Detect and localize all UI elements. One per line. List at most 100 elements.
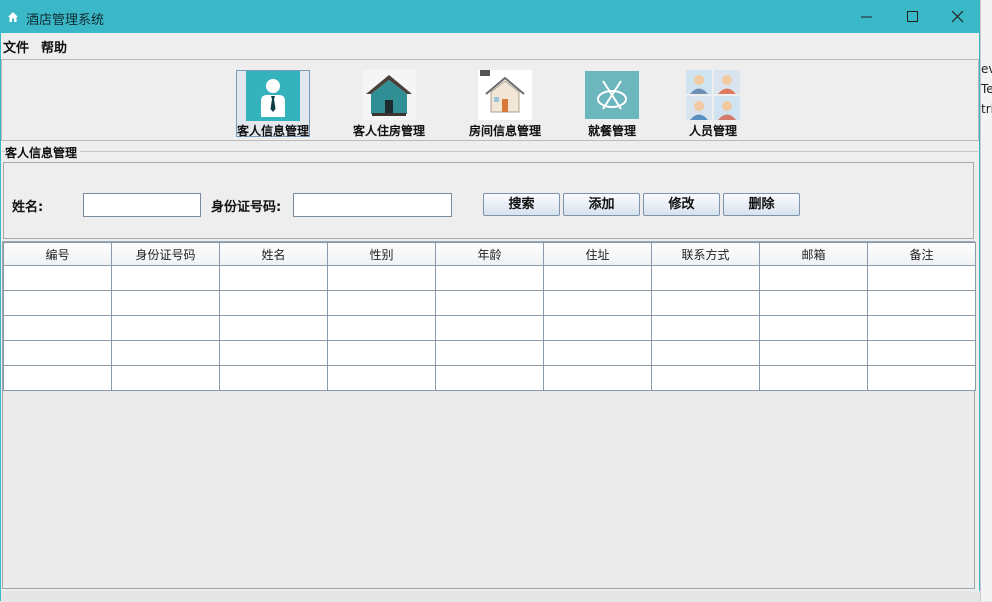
table-cell[interactable] bbox=[111, 290, 220, 316]
house-icon bbox=[362, 70, 416, 120]
table-row[interactable] bbox=[3, 265, 976, 291]
table-cell[interactable] bbox=[435, 265, 544, 291]
delete-button[interactable]: 删除 bbox=[723, 193, 800, 216]
table-cell[interactable] bbox=[759, 265, 868, 291]
name-label: 姓名: bbox=[12, 200, 44, 215]
table-cell[interactable] bbox=[867, 290, 976, 316]
table-cell[interactable] bbox=[219, 315, 328, 341]
minimize-button[interactable] bbox=[844, 1, 890, 33]
close-button[interactable] bbox=[935, 1, 981, 33]
table-cell[interactable] bbox=[435, 290, 544, 316]
table-row[interactable] bbox=[3, 290, 976, 316]
table-cell[interactable] bbox=[3, 340, 112, 366]
table-cell[interactable] bbox=[867, 340, 976, 366]
menu-file[interactable]: 文件 bbox=[3, 37, 29, 56]
menu-bar: 文件 帮助 bbox=[1, 34, 979, 56]
column-header[interactable]: 年龄 bbox=[435, 242, 544, 266]
search-button[interactable]: 搜索 bbox=[483, 193, 560, 216]
table-cell[interactable] bbox=[327, 365, 436, 391]
table-cell[interactable] bbox=[219, 265, 328, 291]
table-cell[interactable] bbox=[543, 340, 652, 366]
toolbar-staff-button[interactable]: 人员管理 bbox=[668, 70, 758, 140]
table-cell[interactable] bbox=[435, 315, 544, 341]
table-cell[interactable] bbox=[759, 315, 868, 341]
toolbar-dining-button[interactable]: 就餐管理 bbox=[567, 70, 657, 140]
guest-info-icon bbox=[246, 71, 300, 121]
table-cell[interactable] bbox=[651, 265, 760, 291]
edit-button[interactable]: 修改 bbox=[643, 193, 720, 216]
toolbar-label: 客人信息管理 bbox=[236, 124, 309, 138]
id-number-input[interactable] bbox=[293, 193, 452, 217]
column-header[interactable]: 姓名 bbox=[219, 242, 328, 266]
table-cell[interactable] bbox=[543, 265, 652, 291]
table-cell[interactable] bbox=[327, 265, 436, 291]
table-cell[interactable] bbox=[219, 365, 328, 391]
table-cell[interactable] bbox=[111, 340, 220, 366]
table-cell[interactable] bbox=[651, 315, 760, 341]
table-cell[interactable] bbox=[3, 265, 112, 291]
app-home-icon bbox=[8, 12, 18, 22]
table-cell[interactable] bbox=[219, 290, 328, 316]
staff-icon bbox=[686, 70, 740, 120]
table-cell[interactable] bbox=[867, 365, 976, 391]
table-row[interactable] bbox=[3, 315, 976, 341]
table-cell[interactable] bbox=[543, 365, 652, 391]
table-cell[interactable] bbox=[867, 315, 976, 341]
table-cell[interactable] bbox=[111, 365, 220, 391]
dining-icon bbox=[585, 71, 639, 119]
table-cell[interactable] bbox=[651, 290, 760, 316]
table-cell[interactable] bbox=[543, 315, 652, 341]
toolbar-room-checkin-button[interactable]: 客人住房管理 bbox=[344, 70, 434, 140]
toolbar-room-info-button[interactable]: 房间信息管理 bbox=[460, 70, 550, 140]
toolbar-label: 客人住房管理 bbox=[352, 124, 425, 138]
table-row[interactable] bbox=[3, 340, 976, 366]
background-text: Te bbox=[981, 82, 992, 96]
column-header[interactable]: 性别 bbox=[327, 242, 436, 266]
table-cell[interactable] bbox=[759, 290, 868, 316]
section-title: 客人信息管理 bbox=[5, 144, 81, 161]
table-cell[interactable] bbox=[759, 365, 868, 391]
table-header-row: 编号 身份证号码 姓名 性别 年龄 住址 联系方式 邮箱 备注 bbox=[3, 242, 976, 266]
menu-help[interactable]: 帮助 bbox=[41, 37, 67, 56]
table-cell[interactable] bbox=[435, 365, 544, 391]
table-cell[interactable] bbox=[327, 340, 436, 366]
column-header[interactable]: 邮箱 bbox=[759, 242, 868, 266]
maximize-button[interactable] bbox=[890, 1, 936, 33]
table-cell[interactable] bbox=[435, 340, 544, 366]
background-text: ev bbox=[981, 62, 992, 76]
table-cell[interactable] bbox=[327, 290, 436, 316]
table-cell[interactable] bbox=[651, 365, 760, 391]
table-cell[interactable] bbox=[3, 315, 112, 341]
toolbar-label: 就餐管理 bbox=[587, 124, 636, 138]
table-cell[interactable] bbox=[111, 265, 220, 291]
table-body bbox=[3, 265, 976, 391]
toolbar-label: 房间信息管理 bbox=[468, 124, 541, 138]
toolbar: 客人信息管理 客人住房管理 房间信息管理 就餐管理 人员管理 bbox=[1, 59, 979, 141]
minimize-icon bbox=[861, 16, 872, 18]
column-header[interactable]: 住址 bbox=[543, 242, 652, 266]
window-bottom-edge bbox=[1, 591, 981, 602]
column-header[interactable]: 联系方式 bbox=[651, 242, 760, 266]
window-title: 酒店管理系统 bbox=[26, 13, 105, 28]
title-bar[interactable]: 酒店管理系统 bbox=[1, 1, 979, 33]
toolbar-guest-info-button[interactable]: 客人信息管理 bbox=[228, 70, 318, 140]
main-window: 酒店管理系统 文件 帮助 客人信息管理 客人住房管理 房间信息管理 就餐管理 人… bbox=[0, 0, 981, 602]
table-cell[interactable] bbox=[327, 315, 436, 341]
name-input[interactable] bbox=[83, 193, 201, 217]
table-cell[interactable] bbox=[543, 290, 652, 316]
add-button[interactable]: 添加 bbox=[563, 193, 640, 216]
column-header[interactable]: 身份证号码 bbox=[111, 242, 220, 266]
section-divider bbox=[2, 151, 978, 152]
id-number-label: 身份证号码: bbox=[211, 200, 282, 215]
table-cell[interactable] bbox=[867, 265, 976, 291]
column-header[interactable]: 备注 bbox=[867, 242, 976, 266]
table-viewport[interactable]: 编号 身份证号码 姓名 性别 年龄 住址 联系方式 邮箱 备注 bbox=[2, 241, 976, 589]
table-cell[interactable] bbox=[3, 290, 112, 316]
column-header[interactable]: 编号 bbox=[3, 242, 112, 266]
table-cell[interactable] bbox=[3, 365, 112, 391]
table-cell[interactable] bbox=[219, 340, 328, 366]
table-row[interactable] bbox=[3, 365, 976, 391]
table-cell[interactable] bbox=[111, 315, 220, 341]
table-cell[interactable] bbox=[759, 340, 868, 366]
table-cell[interactable] bbox=[651, 340, 760, 366]
